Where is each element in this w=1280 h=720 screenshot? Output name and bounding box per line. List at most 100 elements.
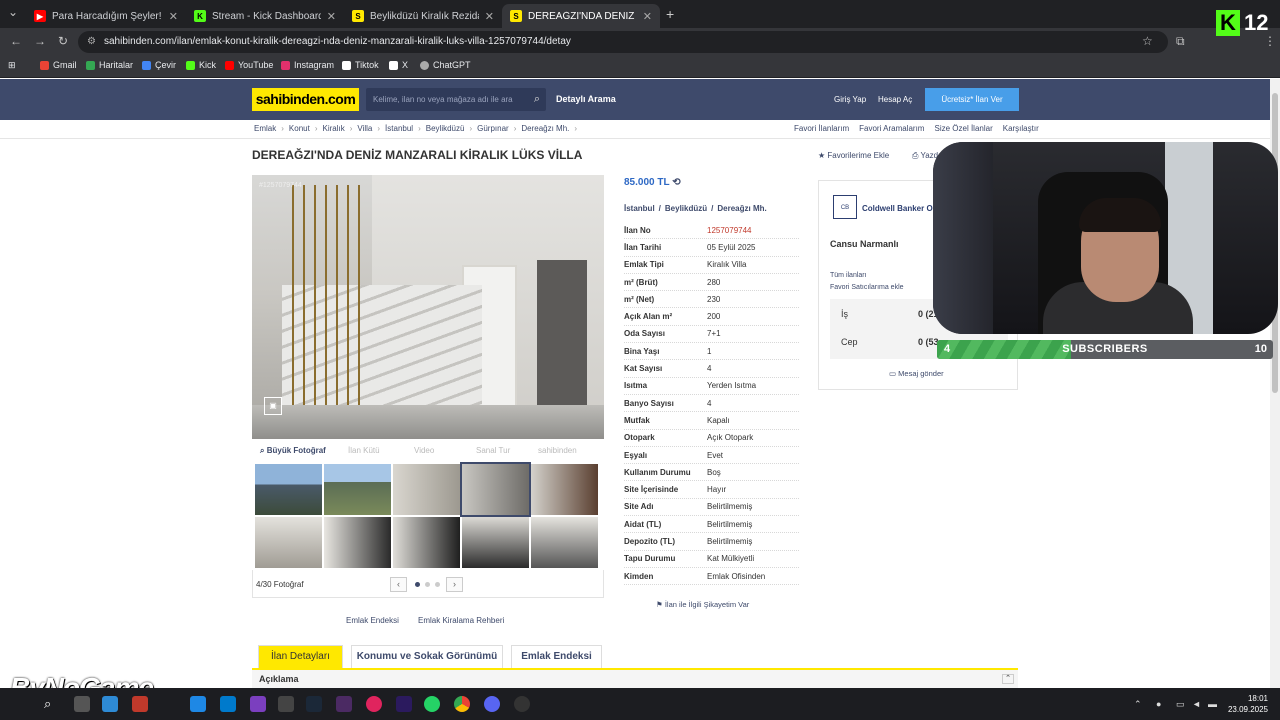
chrome-icon[interactable] [454, 696, 470, 712]
apps-grid-icon[interactable]: ⊞ [8, 60, 16, 71]
location-district[interactable]: Beylikdüzü [665, 204, 707, 213]
browser-tab-2[interactable]: K Stream - Kick Dashboard ✕ [186, 4, 344, 28]
price-history-icon[interactable]: ⟲ [672, 177, 680, 188]
search-icon[interactable]: ⌕ [44, 696, 60, 712]
breadcrumb-item[interactable]: Gürpınar [477, 124, 509, 133]
search-icon[interactable]: ⌕ [534, 88, 540, 111]
breadcrumb-item[interactable]: Kiralık [322, 124, 344, 133]
system-clock[interactable]: 18:01 23.09.2025 [1226, 693, 1268, 715]
rental-guide-link[interactable]: Emlak Kiralama Rehberi [418, 616, 504, 625]
sahibinden-button[interactable]: sahibinden [538, 446, 577, 455]
location-city[interactable]: İstanbul [624, 204, 655, 213]
network-icon[interactable]: ▭ [1176, 699, 1185, 710]
microphone-icon[interactable]: ● [1156, 699, 1161, 709]
visual-studio-icon[interactable] [250, 696, 266, 712]
battery-icon[interactable]: ▬ [1208, 699, 1217, 709]
agency-logo[interactable]: CB [833, 195, 857, 219]
browser-tab-3[interactable]: S Beylikdüzü Kiralık Rezidans, Vil ✕ [344, 4, 502, 28]
app-icon[interactable] [336, 696, 352, 712]
page-dot[interactable] [425, 582, 430, 587]
app-icon[interactable] [102, 696, 118, 712]
page-dot[interactable] [415, 582, 420, 587]
compare-link[interactable]: Karşılaştır [1003, 124, 1039, 133]
thumbnail[interactable] [255, 517, 322, 568]
for-you-link[interactable]: Size Özel İlanlar [934, 124, 992, 133]
thumbnail[interactable] [462, 517, 529, 568]
page-dot[interactable] [435, 582, 440, 587]
steam-icon[interactable] [306, 696, 322, 712]
vscode-icon[interactable] [220, 696, 236, 712]
bookmark-cevir[interactable]: Çevir [142, 60, 176, 70]
breadcrumb-item[interactable]: İstanbul [385, 124, 413, 133]
bookmark-haritalar[interactable]: Haritalar [86, 60, 133, 70]
detailed-search-link[interactable]: Detaylı Arama [556, 94, 616, 104]
video-button[interactable]: Video [414, 446, 434, 455]
breadcrumb-item[interactable]: Emlak [254, 124, 276, 133]
bookmark-youtube[interactable]: YouTube [225, 60, 273, 70]
site-logo[interactable]: sahibinden.com [252, 88, 359, 111]
tab-listing-details[interactable]: İlan Detayları [258, 645, 343, 669]
emlak-endeksi-link[interactable]: Emlak Endeksi [346, 616, 399, 625]
send-message-link[interactable]: ▭ Mesaj gönder [889, 369, 944, 378]
favorite-seller-link[interactable]: Favori Satıcılarıma ekle [830, 284, 904, 291]
all-listings-link[interactable]: Tüm ilanları [830, 272, 867, 279]
menu-icon[interactable]: ⋮ [1264, 34, 1276, 48]
browser-tab-1[interactable]: ▶ Para Harcadığım Şeyler! (Kullan ✕ [26, 4, 186, 28]
bookmark-instagram[interactable]: Instagram [281, 60, 334, 70]
favorite-listings-link[interactable]: Favori İlanlarım [794, 124, 849, 133]
app-icon[interactable] [190, 696, 206, 712]
url-field[interactable]: ⚙ sahibinden.com/ilan/emlak-konut-kirali… [78, 31, 1168, 53]
thumbnail[interactable] [393, 464, 460, 515]
whatsapp-icon[interactable] [424, 696, 440, 712]
thumbnail[interactable] [531, 464, 598, 515]
bookmark-gmail[interactable]: Gmail [40, 60, 77, 70]
collapse-icon[interactable]: ⌃ [1002, 674, 1014, 684]
thumbnail-selected[interactable] [460, 462, 531, 517]
premiere-icon[interactable] [396, 696, 412, 712]
reload-icon[interactable]: ↻ [58, 34, 68, 48]
report-listing-link[interactable]: ⚑ İlan ile İlgili Şikayetim Var [656, 600, 749, 609]
register-link[interactable]: Hesap Aç [878, 95, 912, 104]
post-ad-button[interactable]: Ücretsiz* İlan Ver [925, 88, 1019, 111]
next-photo-button[interactable]: › [446, 577, 463, 592]
new-tab-button[interactable]: + [666, 6, 674, 22]
tab-list-chevron-icon[interactable]: ⌄ [8, 5, 18, 19]
extensions-icon[interactable]: ⧉ [1176, 34, 1185, 49]
breadcrumb-item[interactable]: Konut [289, 124, 310, 133]
location-neighborhood[interactable]: Dereağzı Mh. [717, 204, 766, 213]
back-icon[interactable]: ← [10, 34, 22, 48]
bookmark-x[interactable]: X [389, 60, 408, 70]
close-icon[interactable]: ✕ [327, 10, 336, 23]
search-input[interactable]: Kelime, ilan no veya mağaza adı ile ara … [366, 88, 546, 111]
tab-location[interactable]: Konumu ve Sokak Görünümü [351, 645, 503, 669]
browser-tab-active[interactable]: S DEREAĞZI'NDA DENİZ MANZAR ✕ [502, 4, 660, 28]
add-favorite-link[interactable]: ★ Favorilerime Ekle [818, 151, 889, 160]
favorite-searches-link[interactable]: Favori Aramalarım [859, 124, 924, 133]
login-link[interactable]: Giriş Yap [834, 95, 866, 104]
tab-emlak-endeksi[interactable]: Emlak Endeksi [511, 645, 602, 669]
phone-number-mobile[interactable]: 0 (53 [918, 337, 939, 347]
breadcrumb-item[interactable]: Dereağzı Mh. [521, 124, 569, 133]
task-view-icon[interactable] [74, 696, 90, 712]
app-icon[interactable] [278, 696, 294, 712]
forward-icon[interactable]: → [34, 34, 46, 48]
bookmark-chatgpt[interactable]: ChatGPT [420, 60, 471, 70]
thumbnail[interactable] [531, 517, 598, 568]
app-icon[interactable] [132, 696, 148, 712]
bookmark-star-icon[interactable]: ☆ [1142, 34, 1153, 48]
main-photo[interactable]: ▣ [252, 175, 604, 439]
bookmark-kick[interactable]: Kick [186, 60, 216, 70]
close-icon[interactable]: ✕ [643, 10, 652, 23]
discord-icon[interactable] [484, 696, 500, 712]
thumbnail[interactable] [324, 517, 391, 568]
close-icon[interactable]: ✕ [169, 10, 178, 23]
breadcrumb-item[interactable]: Beylikdüzü [426, 124, 465, 133]
large-photo-button[interactable]: ⌕ Büyük Fotoğraf [260, 446, 326, 456]
app-icon[interactable] [514, 696, 530, 712]
tray-chevron-icon[interactable]: ⌃ [1134, 699, 1142, 710]
volume-icon[interactable]: ◄ [1192, 699, 1201, 709]
agency-name[interactable]: Coldwell Banker O [862, 204, 933, 213]
breadcrumb-item[interactable]: Villa [357, 124, 372, 133]
thumbnail[interactable] [393, 517, 460, 568]
prev-photo-button[interactable]: ‹ [390, 577, 407, 592]
